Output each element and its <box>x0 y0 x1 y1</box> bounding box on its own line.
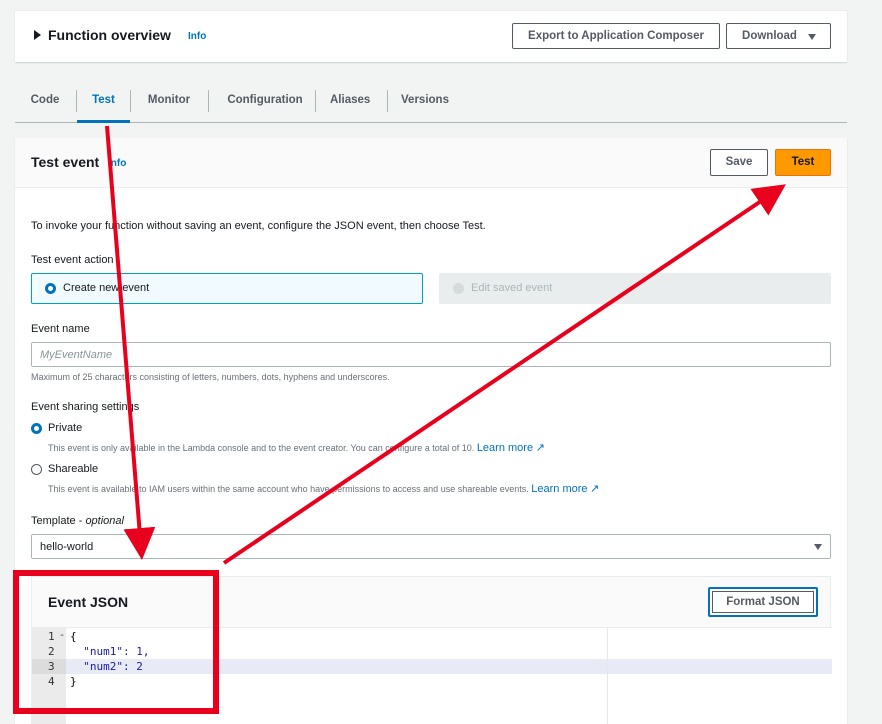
event-sharing-label: Event sharing settings <box>31 401 140 413</box>
private-label: Private <box>48 422 83 434</box>
shareable-hint-text: This event is available to IAM users wit… <box>48 484 529 494</box>
template-label: Template - optional <box>31 515 124 527</box>
template-label-text: Template <box>31 515 76 527</box>
expand-caret-icon[interactable] <box>34 30 41 40</box>
create-new-event-label: Create new event <box>63 282 150 294</box>
event-name-input[interactable]: MyEventName <box>31 342 831 367</box>
tab-divider <box>208 90 209 112</box>
shareable-radio[interactable] <box>31 464 42 475</box>
event-name-hint: Maximum of 25 characters consisting of l… <box>31 372 390 382</box>
learn-more-link[interactable]: Learn more <box>477 442 533 454</box>
info-link[interactable]: Info <box>188 31 206 42</box>
code-line: "num1": 1, <box>70 645 150 658</box>
radio-selected-icon[interactable] <box>45 283 56 294</box>
external-link-icon: ↗ <box>590 483 600 495</box>
tab-aliases[interactable]: Aliases <box>330 78 370 122</box>
export-to-application-composer-button[interactable]: Export to Application Composer <box>512 23 720 49</box>
active-line-highlight <box>66 659 832 674</box>
code-line: "num2": 2 <box>70 660 143 673</box>
private-hint-text: This event is only available in the Lamb… <box>48 443 475 453</box>
template-select[interactable]: hello-world <box>31 534 831 559</box>
tab-monitor[interactable]: Monitor <box>146 78 192 122</box>
external-link-icon: ↗ <box>535 442 545 454</box>
format-json-button[interactable]: Format JSON <box>708 587 818 617</box>
tab-divider <box>130 90 131 112</box>
format-json-label: Format JSON <box>712 591 814 613</box>
create-new-event-option[interactable]: Create new event <box>31 273 423 304</box>
tab-divider <box>315 90 316 112</box>
info-link[interactable]: Info <box>108 158 126 169</box>
test-description: To invoke your function without saving a… <box>31 220 486 232</box>
test-event-header: Test event Info Save Test <box>15 138 847 188</box>
line-number: 2 <box>48 645 55 658</box>
template-optional-text: optional <box>85 515 124 527</box>
event-name-placeholder: MyEventName <box>40 349 113 361</box>
event-json-container: Event JSON Format JSON 1 - 2 3 4 { "num1… <box>31 576 832 724</box>
caret-down-icon <box>814 544 822 550</box>
edit-saved-event-label: Edit saved event <box>471 282 553 294</box>
tab-versions[interactable]: Versions <box>401 78 449 122</box>
test-event-panel: Test event Info Save Test To invoke your… <box>15 138 847 724</box>
print-margin <box>607 628 608 724</box>
event-json-title: Event JSON <box>48 594 129 610</box>
line-number: 1 <box>48 630 55 643</box>
download-button[interactable]: Download <box>726 23 831 49</box>
test-event-action-label: Test event action <box>31 254 114 266</box>
line-number: 4 <box>48 675 55 688</box>
test-event-title: Test event <box>31 154 100 170</box>
function-overview-header: Function overview Info Export to Applica… <box>15 10 847 62</box>
code-line: } <box>70 675 77 688</box>
edit-saved-event-option: Edit saved event <box>439 273 831 304</box>
fold-arrow-icon[interactable]: - <box>59 630 65 641</box>
test-button[interactable]: Test <box>775 149 831 176</box>
event-name-label: Event name <box>31 323 90 335</box>
private-hint: This event is only available in the Lamb… <box>48 441 545 454</box>
line-number: 3 <box>48 660 55 673</box>
radio-disabled-icon <box>453 283 464 294</box>
function-overview-title[interactable]: Function overview <box>48 27 171 43</box>
json-code-editor[interactable]: 1 - 2 3 4 { "num1": 1, "num2": 2 } <box>32 627 832 724</box>
template-select-value: hello-world <box>40 541 94 553</box>
shareable-label: Shareable <box>48 463 99 475</box>
code-line: { <box>70 630 77 643</box>
shareable-hint: This event is available to IAM users wit… <box>48 482 599 495</box>
download-button-label: Download <box>742 30 797 42</box>
function-tabs: Code Test Monitor Configuration Aliases … <box>15 78 847 123</box>
learn-more-link[interactable]: Learn more <box>531 483 587 495</box>
tab-divider <box>387 90 388 112</box>
tab-test[interactable]: Test <box>77 78 130 123</box>
chevron-down-icon <box>808 34 816 40</box>
tab-code[interactable]: Code <box>30 78 60 122</box>
tab-configuration[interactable]: Configuration <box>223 78 307 122</box>
private-radio[interactable] <box>31 423 42 434</box>
save-button[interactable]: Save <box>710 149 768 176</box>
